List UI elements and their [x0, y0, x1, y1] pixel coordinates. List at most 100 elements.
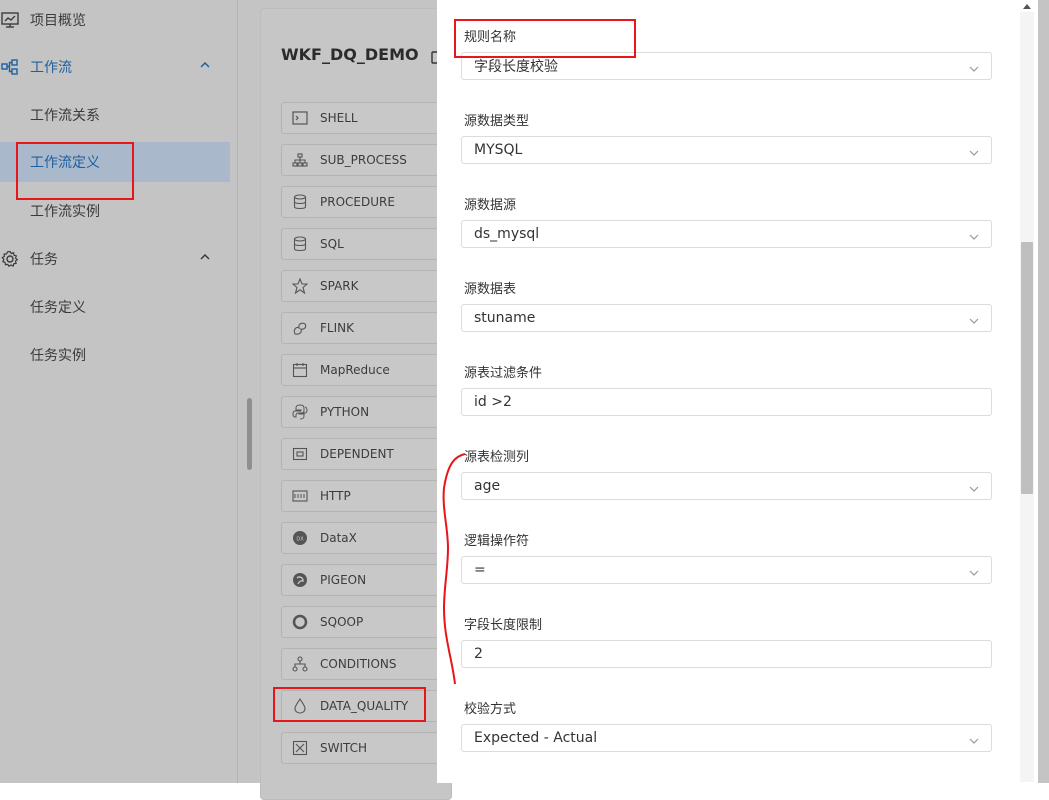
- task-type-shell[interactable]: SHELL: [281, 102, 453, 134]
- palette-scrollbar[interactable]: [247, 398, 252, 470]
- task-palette-panel: WKF_DQ_DEMO SHELL SUB_PROCESS PROCEDURE …: [260, 8, 453, 800]
- check-type-label: 校验方式: [464, 702, 517, 717]
- source-table-select[interactable]: stuname: [461, 304, 992, 332]
- background-edge: [1038, 0, 1049, 783]
- task-type-label: SHELL: [320, 111, 358, 125]
- field-length-label: 字段长度限制: [464, 618, 543, 633]
- task-type-dependent[interactable]: DEPENDENT: [281, 438, 453, 470]
- sidebar: 项目概览 工作流 工作流关系 工作流定义 工作流实例 任务 任务定义 任务实例: [0, 0, 238, 783]
- task-type-label: SPARK: [320, 279, 359, 293]
- scroll-up-arrow-icon[interactable]: [1022, 0, 1032, 10]
- task-type-sqoop[interactable]: SQOOP: [281, 606, 453, 638]
- rule-name-label: 规则名称: [464, 30, 517, 45]
- workflow-icon: [0, 57, 20, 77]
- sidebar-item-project-overview[interactable]: 项目概览: [0, 0, 230, 40]
- task-type-python[interactable]: PYTHON: [281, 396, 453, 428]
- task-type-procedure[interactable]: PROCEDURE: [281, 186, 453, 218]
- source-type-label: 源数据类型: [464, 114, 530, 129]
- logic-operator-label: 逻辑操作符: [464, 534, 530, 549]
- chevron-down-icon: [969, 146, 979, 156]
- monitor-chart-icon: [0, 10, 20, 30]
- task-type-label: CONDITIONS: [320, 657, 397, 671]
- sidebar-item-workflow-instance[interactable]: 工作流实例: [0, 191, 230, 231]
- source-type-value: MYSQL: [474, 142, 523, 158]
- chevron-down-icon: [969, 230, 979, 240]
- task-type-data-quality[interactable]: DATA_QUALITY: [281, 690, 453, 722]
- annotation-brace: [442, 453, 466, 685]
- task-type-pigeon[interactable]: PIGEON: [281, 564, 453, 596]
- source-filter-input[interactable]: id >2: [461, 388, 992, 416]
- source-datasource-label: 源数据源: [464, 198, 517, 213]
- task-type-flink[interactable]: FLINK: [281, 312, 453, 344]
- calendar-icon: [292, 362, 308, 378]
- sidebar-item-task-definition[interactable]: 任务定义: [0, 287, 230, 327]
- rule-name-value: 字段长度校验: [474, 59, 558, 75]
- task-type-label: SUB_PROCESS: [320, 153, 407, 167]
- task-type-label: PIGEON: [320, 573, 367, 587]
- http-icon: [292, 488, 308, 504]
- sidebar-item-label: 项目概览: [30, 13, 86, 29]
- task-type-label: SWITCH: [320, 741, 368, 755]
- source-column-value: age: [474, 478, 501, 494]
- task-type-label: SQOOP: [320, 615, 364, 629]
- ring-icon: [292, 614, 308, 630]
- task-type-label: PYTHON: [320, 405, 370, 419]
- task-type-label: DATA_QUALITY: [320, 699, 409, 713]
- pigeon-icon: [292, 572, 308, 588]
- source-column-select[interactable]: age: [461, 472, 992, 500]
- gear-icon: [0, 249, 20, 269]
- task-type-http[interactable]: HTTP: [281, 480, 453, 512]
- task-type-label: FLINK: [320, 321, 354, 335]
- chevron-up-icon[interactable]: [198, 58, 212, 72]
- field-length-input[interactable]: 2: [461, 640, 992, 668]
- source-table-label: 源数据表: [464, 282, 517, 297]
- task-type-spark[interactable]: SPARK: [281, 270, 453, 302]
- star-icon: [292, 278, 308, 294]
- switch-icon: [292, 740, 308, 756]
- sidebar-item-label: 工作流定义: [30, 155, 100, 171]
- datax-icon: DX: [292, 530, 308, 546]
- field-length-value: 2: [474, 646, 483, 662]
- python-icon: [292, 404, 308, 420]
- rule-name-select[interactable]: 字段长度校验: [461, 52, 992, 80]
- drop-icon: [292, 698, 308, 714]
- task-type-label: MapReduce: [320, 363, 390, 377]
- task-type-sub-process[interactable]: SUB_PROCESS: [281, 144, 453, 176]
- database-icon: [292, 236, 308, 252]
- chevron-down-icon: [969, 482, 979, 492]
- sidebar-item-label: 工作流: [30, 60, 72, 76]
- terminal-icon: [292, 110, 308, 126]
- sidebar-item-workflow-relation[interactable]: 工作流关系: [0, 95, 230, 135]
- task-type-label: DEPENDENT: [320, 447, 394, 461]
- task-type-sql[interactable]: SQL: [281, 228, 453, 260]
- task-type-label: PROCEDURE: [320, 195, 395, 209]
- source-datasource-value: ds_mysql: [474, 226, 540, 242]
- source-filter-value: id >2: [474, 394, 512, 410]
- task-type-label: DataX: [320, 531, 357, 545]
- check-type-value: Expected - Actual: [474, 730, 598, 746]
- task-type-switch[interactable]: SWITCH: [281, 732, 453, 764]
- source-type-select[interactable]: MYSQL: [461, 136, 992, 164]
- chevron-up-icon[interactable]: [198, 250, 212, 264]
- sidebar-item-task-instance[interactable]: 任务实例: [0, 335, 230, 375]
- sidebar-item-workflow[interactable]: 工作流: [0, 47, 230, 87]
- scrollbar-thumb[interactable]: [1021, 242, 1033, 494]
- sidebar-item-workflow-definition[interactable]: 工作流定义: [0, 142, 230, 182]
- sidebar-item-label: 工作流关系: [30, 108, 100, 124]
- task-type-label: SQL: [320, 237, 344, 251]
- chevron-down-icon: [969, 314, 979, 324]
- check-type-select[interactable]: Expected - Actual: [461, 724, 992, 752]
- workflow-name: WKF_DQ_DEMO: [281, 45, 419, 64]
- squirrel-icon: [292, 320, 308, 336]
- sidebar-item-label: 任务定义: [30, 300, 86, 316]
- logic-operator-select[interactable]: =: [461, 556, 992, 584]
- task-type-mapreduce[interactable]: MapReduce: [281, 354, 453, 386]
- source-datasource-select[interactable]: ds_mysql: [461, 220, 992, 248]
- dependent-icon: [292, 446, 308, 462]
- task-type-conditions[interactable]: CONDITIONS: [281, 648, 453, 680]
- conditions-icon: [292, 656, 308, 672]
- sidebar-item-label: 任务实例: [30, 348, 86, 364]
- task-type-datax[interactable]: DX DataX: [281, 522, 453, 554]
- sidebar-item-task[interactable]: 任务: [0, 239, 230, 279]
- source-table-value: stuname: [474, 310, 536, 326]
